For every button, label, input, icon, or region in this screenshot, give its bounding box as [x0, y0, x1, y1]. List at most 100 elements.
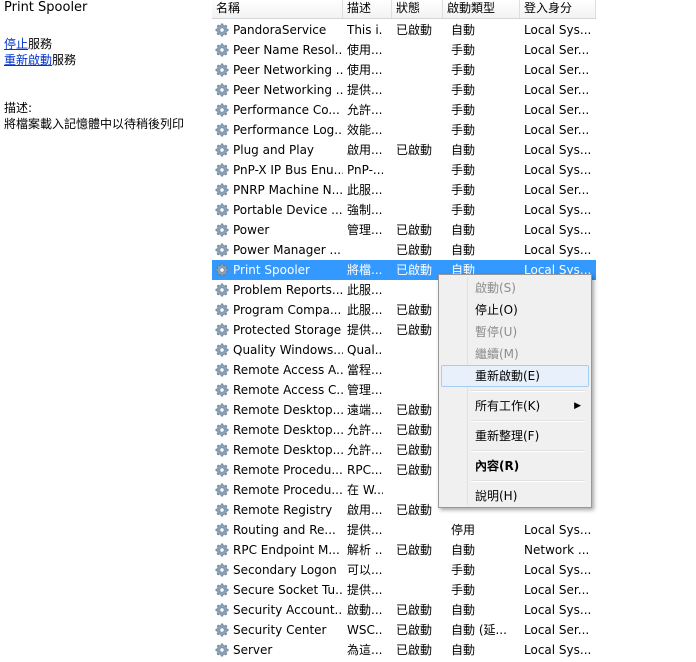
- table-row[interactable]: Security Center WSC... 已啟動 自動 (延... Local Se…: [212, 620, 596, 640]
- menu-item-start[interactable]: 啟動(S): [441, 277, 589, 299]
- service-desc: 遠端...: [347, 403, 383, 417]
- service-startup-type: 自動: [451, 643, 476, 657]
- stop-suffix: 服務: [28, 37, 53, 51]
- menu-item-all-tasks[interactable]: 所有工作(K) ▶: [441, 395, 589, 417]
- service-startup-type: 自動: [451, 223, 476, 237]
- service-desc: 允許...: [347, 103, 383, 117]
- column-header-status[interactable]: 狀態: [392, 0, 443, 18]
- gear-icon: [215, 323, 229, 337]
- service-logon: Local Ser...: [524, 103, 590, 117]
- service-logon: Local Sys...: [524, 143, 592, 157]
- service-name: Problem Reports...: [233, 283, 343, 297]
- column-header-log-on-as[interactable]: 登入身分: [520, 0, 596, 18]
- table-row[interactable]: Power Manager ... 已啟動 自動 Local Sys...: [212, 240, 596, 260]
- table-row[interactable]: Secondary Logon 可以... 手動 Local Sys...: [212, 560, 596, 580]
- service-desc: 允許...: [347, 423, 383, 437]
- menu-separator: [471, 450, 585, 452]
- gear-icon: [215, 243, 229, 257]
- service-status: [396, 120, 438, 140]
- column-header-name[interactable]: 名稱: [212, 0, 343, 18]
- table-row[interactable]: Performance Log... 效能... 手動 Local Ser...: [212, 120, 596, 140]
- menu-item-label: 說明(H): [475, 489, 518, 503]
- service-startup-type: 手動: [451, 163, 476, 177]
- table-row[interactable]: Peer Networking ... 提供... 手動 Local Ser...: [212, 80, 596, 100]
- service-logon: Network ...: [524, 543, 590, 557]
- service-logon: Local Ser...: [524, 43, 590, 57]
- description-label: 描述:: [4, 101, 33, 115]
- restart-suffix: 服務: [52, 53, 77, 67]
- service-status: [396, 180, 438, 200]
- service-name: Remote Procedu...: [233, 483, 343, 497]
- service-startup-type: 手動: [451, 583, 476, 597]
- service-startup-type: 自動: [451, 543, 476, 557]
- column-header-description[interactable]: 描述: [343, 0, 392, 18]
- table-row[interactable]: Security Account... 啟動... 已啟動 自動 Local Sys..…: [212, 600, 596, 620]
- service-name: Remote Desktop...: [233, 403, 343, 417]
- table-row[interactable]: Power 管理... 已啟動 自動 Local Sys...: [212, 220, 596, 240]
- menu-item-pause[interactable]: 暫停(U): [441, 321, 589, 343]
- service-name: Remote Access C...: [233, 383, 343, 397]
- table-row[interactable]: RPC Endpoint M... 解析 ... 已啟動 自動 Network ...: [212, 540, 596, 560]
- gear-icon: [215, 423, 229, 437]
- service-actions: 停止服務 重新啟動服務: [4, 36, 76, 68]
- service-desc: 啟動...: [347, 603, 383, 617]
- service-desc: 當程...: [347, 363, 383, 377]
- stop-service-link[interactable]: 停止: [4, 37, 28, 51]
- table-row[interactable]: Server 為這... 已啟動 自動 Local Sys...: [212, 640, 596, 660]
- table-row[interactable]: Portable Device ... 強制... 手動 Local Sys...: [212, 200, 596, 220]
- service-desc: 提供...: [347, 323, 383, 337]
- table-row[interactable]: PandoraService This i... 已啟動 自動 Local Sys...: [212, 20, 596, 40]
- service-name: Security Account...: [233, 603, 343, 617]
- service-desc: 使用...: [347, 63, 383, 77]
- service-desc: 使用...: [347, 43, 383, 57]
- service-name: Remote Registry: [233, 503, 333, 517]
- table-row[interactable]: Plug and Play 啟用... 已啟動 自動 Local Sys...: [212, 140, 596, 160]
- service-status: [396, 40, 438, 60]
- gear-icon: [215, 363, 229, 377]
- service-status: 已啟動: [396, 463, 433, 477]
- service-desc: 管理...: [347, 223, 383, 237]
- service-name: PandoraService: [233, 23, 327, 37]
- menu-item-label: 內容(R): [475, 459, 520, 473]
- table-row[interactable]: Routing and Re... 提供... 停用 Local Sys...: [212, 520, 596, 540]
- service-detail-pane: Print Spooler 停止服務 重新啟動服務 描述: 將檔案載入記憶體中以…: [0, 0, 208, 662]
- table-row[interactable]: Performance Co... 允許... 手動 Local Ser...: [212, 100, 596, 120]
- service-name: Peer Name Resol...: [233, 43, 343, 57]
- table-row[interactable]: Secure Socket Tu... 提供... 手動 Local Ser...: [212, 580, 596, 600]
- service-desc: 為這...: [347, 643, 383, 657]
- service-name: Protected Storage: [233, 323, 342, 337]
- gear-icon: [215, 503, 229, 517]
- table-row[interactable]: PnP-X IP Bus Enu... PnP-... 手動 Local Sys...: [212, 160, 596, 180]
- menu-item-restart[interactable]: 重新啟動(E): [441, 365, 589, 387]
- menu-item-properties[interactable]: 內容(R): [441, 455, 589, 477]
- gear-icon: [215, 103, 229, 117]
- service-desc: 解析 ...: [347, 543, 383, 557]
- gear-icon: [215, 203, 229, 217]
- service-name: Performance Co...: [233, 103, 340, 117]
- menu-item-help[interactable]: 說明(H): [441, 485, 589, 507]
- restart-service-link[interactable]: 重新啟動: [4, 53, 52, 67]
- service-desc: PnP-...: [347, 163, 383, 177]
- service-startup-type: 停用: [451, 523, 476, 537]
- gear-icon: [215, 303, 229, 317]
- service-name: RPC Endpoint M...: [233, 543, 340, 557]
- table-row[interactable]: Peer Name Resol... 使用... 手動 Local Ser...: [212, 40, 596, 60]
- column-header-startup-type[interactable]: 啟動類型: [443, 0, 520, 18]
- menu-item-stop[interactable]: 停止(O): [441, 299, 589, 321]
- menu-item-label: 繼續(M): [475, 347, 519, 361]
- table-row[interactable]: PNRP Machine N... 此服... 手動 Local Ser...: [212, 180, 596, 200]
- service-name: Security Center: [233, 623, 327, 637]
- gear-icon: [215, 623, 229, 637]
- service-logon: Local Sys...: [524, 603, 592, 617]
- gear-icon: [215, 463, 229, 477]
- menu-item-resume[interactable]: 繼續(M): [441, 343, 589, 365]
- gear-icon: [215, 563, 229, 577]
- table-row[interactable]: Peer Networking ... 使用... 手動 Local Ser...: [212, 60, 596, 80]
- column-header-bar: 名稱 描述 狀態 啟動類型 登入身分: [212, 0, 596, 19]
- gear-icon: [215, 143, 229, 157]
- menu-item-refresh[interactable]: 重新整理(F): [441, 425, 589, 447]
- gear-icon: [215, 163, 229, 177]
- gear-icon: [215, 443, 229, 457]
- service-name: Remote Access A...: [233, 363, 343, 377]
- service-desc: 此服...: [347, 303, 383, 317]
